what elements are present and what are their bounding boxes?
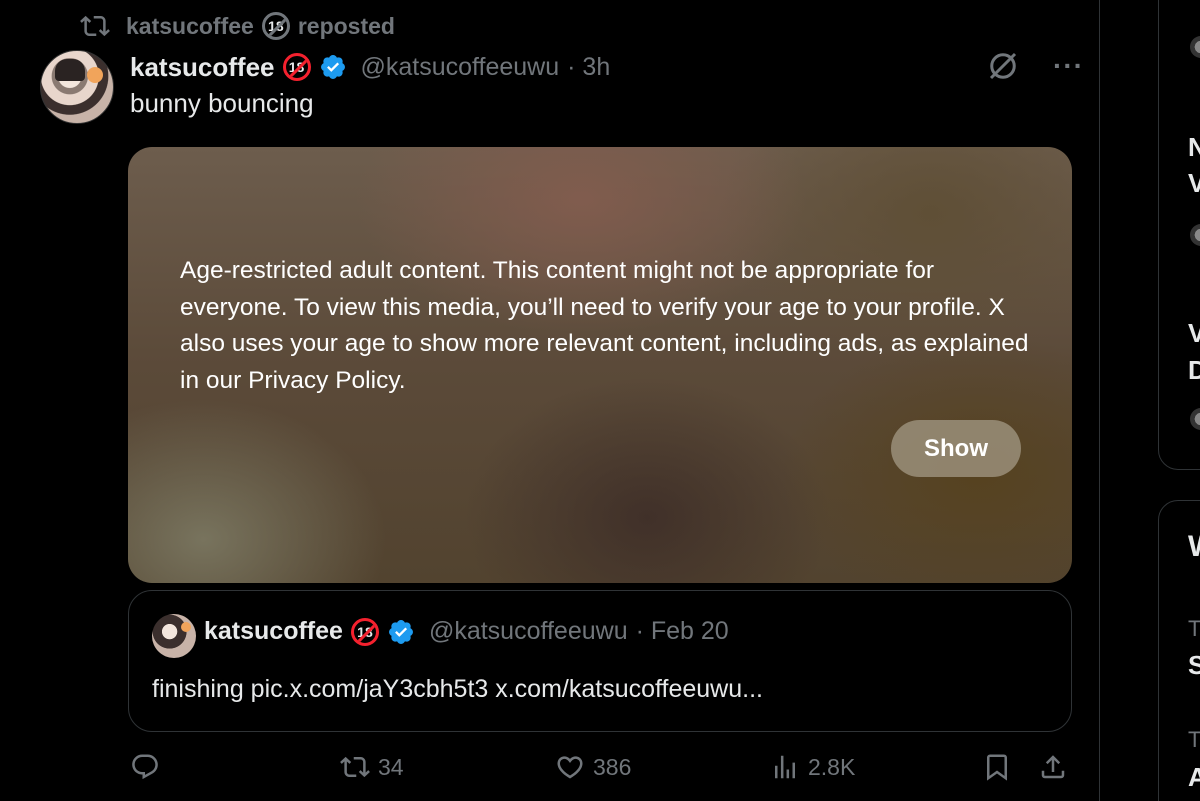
like-button[interactable]: 386 [555,752,631,782]
timeline-feed: katsucoffee 18 reposted katsucoffee 18 @… [0,0,1100,801]
views-button[interactable]: 2.8K [770,752,855,782]
verified-badge-icon [320,55,345,79]
repost-indicator[interactable]: katsucoffee 18 reposted [80,11,395,41]
views-chart-icon [775,755,795,779]
heart-icon [557,756,583,779]
bookmark-icon [987,754,1007,781]
age-restriction-warning: Age-restricted adult content. This conte… [180,257,1029,394]
repost-icon [340,756,370,778]
reply-icon [132,754,158,780]
verified-badge-icon [388,619,413,644]
grok-icon[interactable] [985,48,1021,84]
share-icon [1041,755,1065,779]
like-count: 386 [593,753,632,780]
post-header: katsucoffee 18 @katsucoffeeuwu · 3h [130,46,610,88]
sidebar-text[interactable]: V [1188,318,1200,349]
sidebar-text[interactable]: S [1188,650,1200,681]
post-header-actions: ··· [985,48,1084,84]
sensitive-media-cover: Age-restricted adult content. This conte… [128,147,1072,583]
repost-count: 34 [378,753,404,780]
post-text: bunny bouncing [130,88,314,118]
quoted-post-header: katsucoffee 18 @katsucoffeeuwu · Feb 20 [204,617,729,646]
quoted-post[interactable]: katsucoffee 18 @katsucoffeeuwu · Feb 20 … [128,590,1072,732]
post-action-bar: 34 386 2.8K [130,752,1070,792]
age-restricted-icon: 18 [261,12,290,40]
quoted-author-name[interactable]: katsucoffee [204,617,343,646]
post-time[interactable]: · 3h [567,53,610,82]
sidebar-heading: W [1188,530,1200,564]
sidebar-text[interactable]: V [1188,168,1200,199]
bookmark-button[interactable] [982,752,1012,782]
repost-user[interactable]: katsucoffee [126,13,254,40]
repost-icon [80,15,110,37]
sidebar-text: T [1188,616,1200,641]
quoted-post-time[interactable]: · Feb 20 [636,617,729,646]
show-media-button[interactable]: Show [891,420,1021,477]
repost-label: reposted [297,12,395,39]
age-restricted-icon: 18 [282,53,311,81]
share-button[interactable] [1038,752,1068,782]
view-count: 2.8K [808,753,856,780]
sidebar-text[interactable]: D [1188,355,1200,386]
author-name[interactable]: katsucoffee [130,52,275,83]
quoted-post-text[interactable]: finishing pic.x.com/jaY3cbh5t3 x.com/kat… [152,675,763,704]
sidebar-text[interactable]: N [1188,132,1200,163]
repost-button[interactable]: 34 [340,752,404,782]
sidebar-text[interactable]: A [1188,762,1200,793]
right-sidebar: N V V D W T S T A [1101,0,1200,801]
sidebar-text: T [1188,727,1200,752]
reply-button[interactable] [130,752,160,782]
author-avatar[interactable] [40,50,114,124]
age-restricted-icon: 18 [350,617,379,646]
author-handle[interactable]: @katsucoffeeuwu [361,53,560,82]
more-options-icon[interactable]: ··· [1053,52,1084,80]
quoted-author-handle[interactable]: @katsucoffeeuwu [429,617,628,646]
quoted-author-avatar[interactable] [152,614,196,658]
